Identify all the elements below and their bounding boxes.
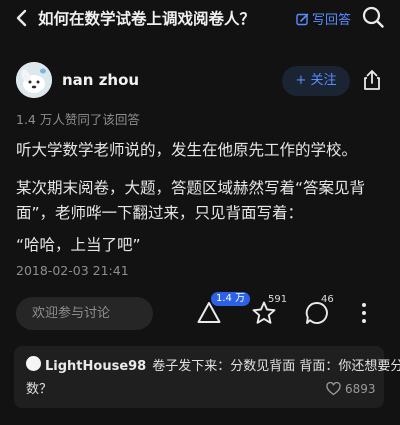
back-arrow-icon[interactable] (12, 8, 32, 28)
answer-paragraph: 面”，老师哗一下翻过来，只见背面写着： (16, 204, 304, 222)
follow-button[interactable]: + 关注 (282, 66, 350, 96)
search-icon[interactable] (362, 6, 384, 28)
author-avatar[interactable] (16, 62, 52, 98)
commenter-avatar (26, 356, 41, 371)
comment-text-line1: 卷子发下来：分数见背面 背面：你还想要分 (152, 359, 400, 374)
commenter-name[interactable]: LightHouse98 (45, 359, 146, 374)
edit-icon (296, 13, 309, 26)
discuss-input[interactable]: 欢迎参与讨论 (16, 297, 153, 330)
top-comment-card[interactable]: LightHouse98 卷子发下来：分数见背面 背面：你还想要分 数？ 6893 (14, 346, 400, 408)
comment-text-line2: 数？ (26, 382, 53, 397)
comment-like[interactable]: 6893 (326, 381, 376, 396)
write-answer-label: 写回答 (312, 13, 352, 28)
question-title[interactable]: 如何在数学试卷上调戏阅卷人？ (38, 7, 255, 29)
comment-first-line: LightHouse98 卷子发下来：分数见背面 背面：你还想要分 (45, 355, 400, 374)
answer-paragraph: 听大学数学老师说的，发生在他原先工作的学校。 (16, 141, 358, 159)
heart-icon (326, 381, 341, 396)
answer-paragraph: “哈哈，上当了吧” (16, 236, 141, 254)
comment-like-count: 6893 (345, 382, 376, 396)
comment-count: 46 (321, 294, 334, 305)
more-options-icon[interactable] (357, 300, 371, 326)
upvote-summary: 1.4 万人赞同了该回答 (16, 112, 140, 127)
share-icon[interactable] (361, 69, 383, 91)
top-bar: 如何在数学试卷上调戏阅卷人？ 写回答 (0, 0, 400, 36)
upvote-count-badge: 1.4 万 (211, 292, 251, 306)
dog-avatar-icon (16, 62, 52, 98)
answer-date: 2018-02-03 21:41 (16, 263, 129, 278)
answer-paragraph: 某次期末阅卷，大题，答题区域赫然写着“答案见背 (16, 179, 366, 197)
author-name[interactable]: nan zhou (62, 71, 139, 89)
write-answer-button[interactable]: 写回答 (296, 9, 351, 28)
favorite-count: 591 (268, 294, 288, 305)
